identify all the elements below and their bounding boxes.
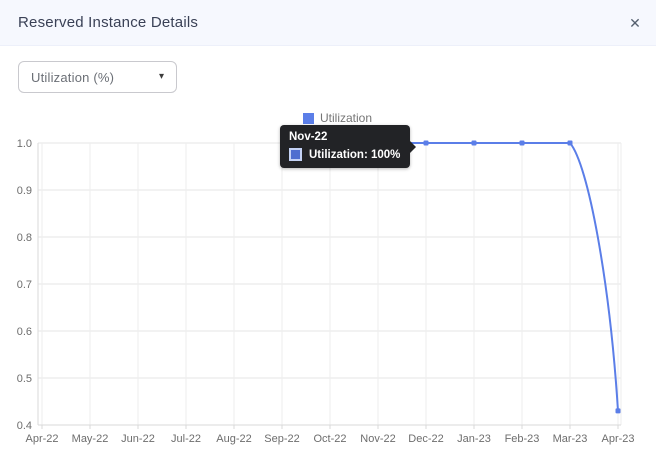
tooltip-date: Nov-22: [289, 131, 400, 143]
svg-text:Feb-23: Feb-23: [505, 433, 540, 445]
legend-label: Utilization: [320, 111, 372, 125]
svg-text:Apr-22: Apr-22: [25, 433, 58, 445]
svg-text:May-22: May-22: [72, 433, 109, 445]
chart-tooltip: Nov-22 Utilization: 100%: [280, 125, 410, 168]
tooltip-series-swatch-icon: [289, 148, 302, 161]
chart-legend: Utilization: [303, 111, 372, 125]
tooltip-value: Utilization: 100%: [309, 149, 400, 161]
svg-text:Aug-22: Aug-22: [216, 433, 251, 445]
svg-text:1.0: 1.0: [17, 138, 32, 150]
tooltip-row: Utilization: 100%: [289, 148, 400, 161]
svg-text:0.4: 0.4: [17, 420, 32, 432]
svg-text:Nov-22: Nov-22: [360, 433, 395, 445]
svg-text:Jul-22: Jul-22: [171, 433, 201, 445]
svg-text:Jun-22: Jun-22: [121, 433, 155, 445]
svg-text:Apr-23: Apr-23: [601, 433, 634, 445]
svg-text:Jan-23: Jan-23: [457, 433, 491, 445]
svg-text:Dec-22: Dec-22: [408, 433, 443, 445]
utilization-line-chart[interactable]: 1.0 0.9 0.8 0.7 0.6 0.5 0.4Apr-22 May-22 Jun-22 J…: [0, 0, 656, 473]
svg-text:0.8: 0.8: [17, 232, 32, 244]
svg-text:0.7: 0.7: [17, 279, 32, 291]
svg-text:Sep-22: Sep-22: [264, 433, 299, 445]
legend-swatch-icon: [303, 113, 314, 124]
svg-text:0.6: 0.6: [17, 326, 32, 338]
reserved-instance-details-panel: Reserved Instance Details ✕ Utilization …: [0, 0, 656, 473]
svg-text:0.5: 0.5: [17, 373, 32, 385]
tooltip-arrow: [410, 141, 416, 153]
svg-text:Mar-23: Mar-23: [553, 433, 588, 445]
svg-text:0.9: 0.9: [17, 185, 32, 197]
svg-text:Oct-22: Oct-22: [313, 433, 346, 445]
